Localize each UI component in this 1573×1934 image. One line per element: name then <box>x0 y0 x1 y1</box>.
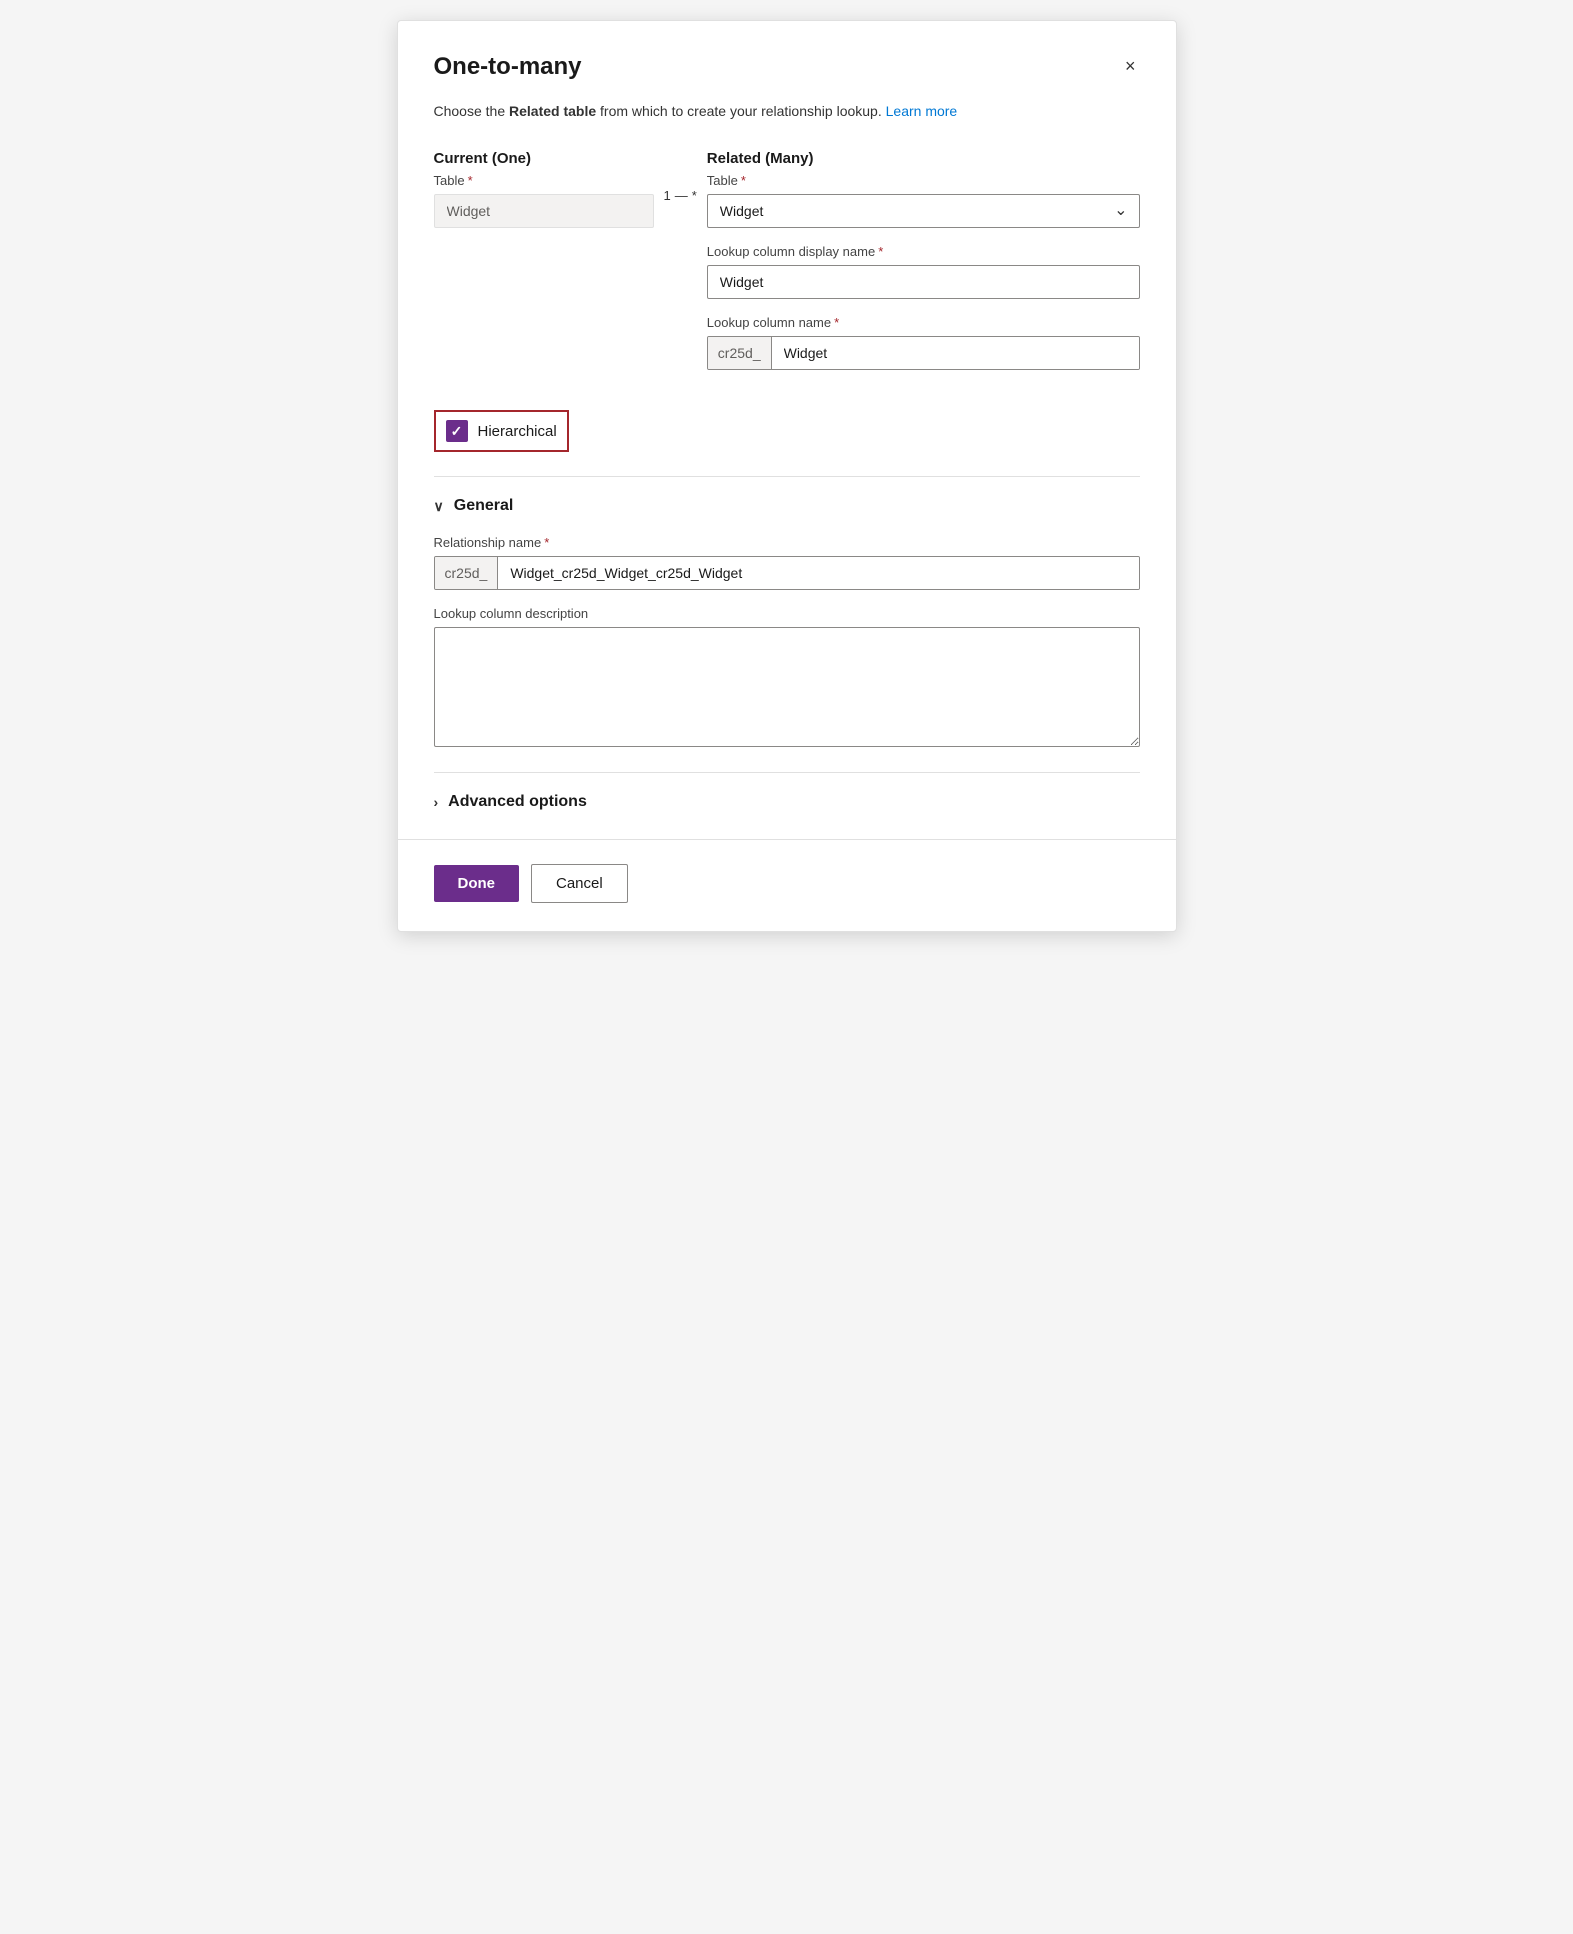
general-section-label: General <box>454 497 514 515</box>
connector-to: * <box>692 188 697 203</box>
lookup-name-field: Lookup column name * cr25d_ <box>707 315 1140 370</box>
lookup-display-required: * <box>878 244 883 259</box>
advanced-chevron-icon: › <box>434 794 439 810</box>
checkbox-checkmark: ✓ <box>451 423 463 440</box>
current-column: Current (One) Table * <box>434 150 654 228</box>
relationship-name-prefix: cr25d_ <box>435 557 499 589</box>
dialog-header: One-to-many × <box>434 53 1140 81</box>
description-bold: Related table <box>509 103 596 119</box>
columns-row: Current (One) Table * 1 — * Related (Man… <box>434 150 1140 386</box>
dialog-title: One-to-many <box>434 53 582 81</box>
lookup-name-required: * <box>834 315 839 330</box>
related-table-field: Table * Widget <box>707 173 1140 228</box>
relationship-name-input[interactable] <box>498 557 1138 589</box>
related-table-required: * <box>741 173 746 188</box>
general-chevron-icon: ∨ <box>434 498 444 515</box>
lookup-name-prefix: cr25d_ <box>708 337 772 369</box>
section-divider-2 <box>434 772 1140 773</box>
relationship-name-field: Relationship name * cr25d_ <box>434 535 1140 590</box>
related-table-label: Table * <box>707 173 1140 188</box>
learn-more-link[interactable]: Learn more <box>886 103 958 119</box>
lookup-description-textarea[interactable] <box>434 627 1140 747</box>
dialog-footer: Done Cancel <box>434 864 1140 903</box>
done-button[interactable]: Done <box>434 865 520 902</box>
footer-divider <box>398 839 1176 840</box>
description-text-before: Choose the <box>434 103 510 119</box>
advanced-section-label: Advanced options <box>448 793 587 811</box>
dialog: One-to-many × Choose the Related table f… <box>397 20 1177 932</box>
connector-line: 1 — * <box>664 188 697 203</box>
lookup-name-input-wrapper: cr25d_ <box>707 336 1140 370</box>
connector-dash: — <box>675 188 688 203</box>
lookup-name-input[interactable] <box>772 337 1139 369</box>
close-button[interactable]: × <box>1121 53 1140 79</box>
general-section: ∨ General Relationship name * cr25d_ Loo… <box>434 497 1140 752</box>
hierarchical-section: ✓ Hierarchical <box>434 410 1140 452</box>
dialog-description: Choose the Related table from which to c… <box>434 101 1140 122</box>
advanced-section-toggle[interactable]: › Advanced options <box>434 793 587 811</box>
current-table-label: Table * <box>434 173 654 188</box>
general-section-content: Relationship name * cr25d_ Lookup column… <box>434 535 1140 752</box>
hierarchical-label: Hierarchical <box>478 423 557 440</box>
related-table-select[interactable]: Widget <box>707 194 1140 228</box>
advanced-section: › Advanced options <box>434 793 1140 811</box>
hierarchical-checkbox-label[interactable]: ✓ Hierarchical <box>434 410 569 452</box>
section-divider-1 <box>434 476 1140 477</box>
lookup-display-label: Lookup column display name * <box>707 244 1140 259</box>
lookup-display-field: Lookup column display name * <box>707 244 1140 299</box>
lookup-name-label: Lookup column name * <box>707 315 1140 330</box>
connector-from: 1 <box>664 188 671 203</box>
connector: 1 — * <box>654 150 707 203</box>
current-column-heading: Current (One) <box>434 150 654 167</box>
lookup-display-input[interactable] <box>707 265 1140 299</box>
lookup-description-field: Lookup column description <box>434 606 1140 752</box>
related-table-select-wrapper: Widget <box>707 194 1140 228</box>
current-table-required: * <box>468 173 473 188</box>
lookup-description-label: Lookup column description <box>434 606 1140 621</box>
general-section-toggle[interactable]: ∨ General <box>434 497 514 515</box>
current-table-input <box>434 194 654 228</box>
related-column-heading: Related (Many) <box>707 150 1140 167</box>
cancel-button[interactable]: Cancel <box>531 864 628 903</box>
description-text-after: from which to create your relationship l… <box>596 103 882 119</box>
hierarchical-checkbox-box: ✓ <box>446 420 468 442</box>
relationship-name-label: Relationship name * <box>434 535 1140 550</box>
relationship-name-required: * <box>544 535 549 550</box>
related-column: Related (Many) Table * Widget Lookup col… <box>707 150 1140 386</box>
relationship-name-input-wrapper: cr25d_ <box>434 556 1140 590</box>
